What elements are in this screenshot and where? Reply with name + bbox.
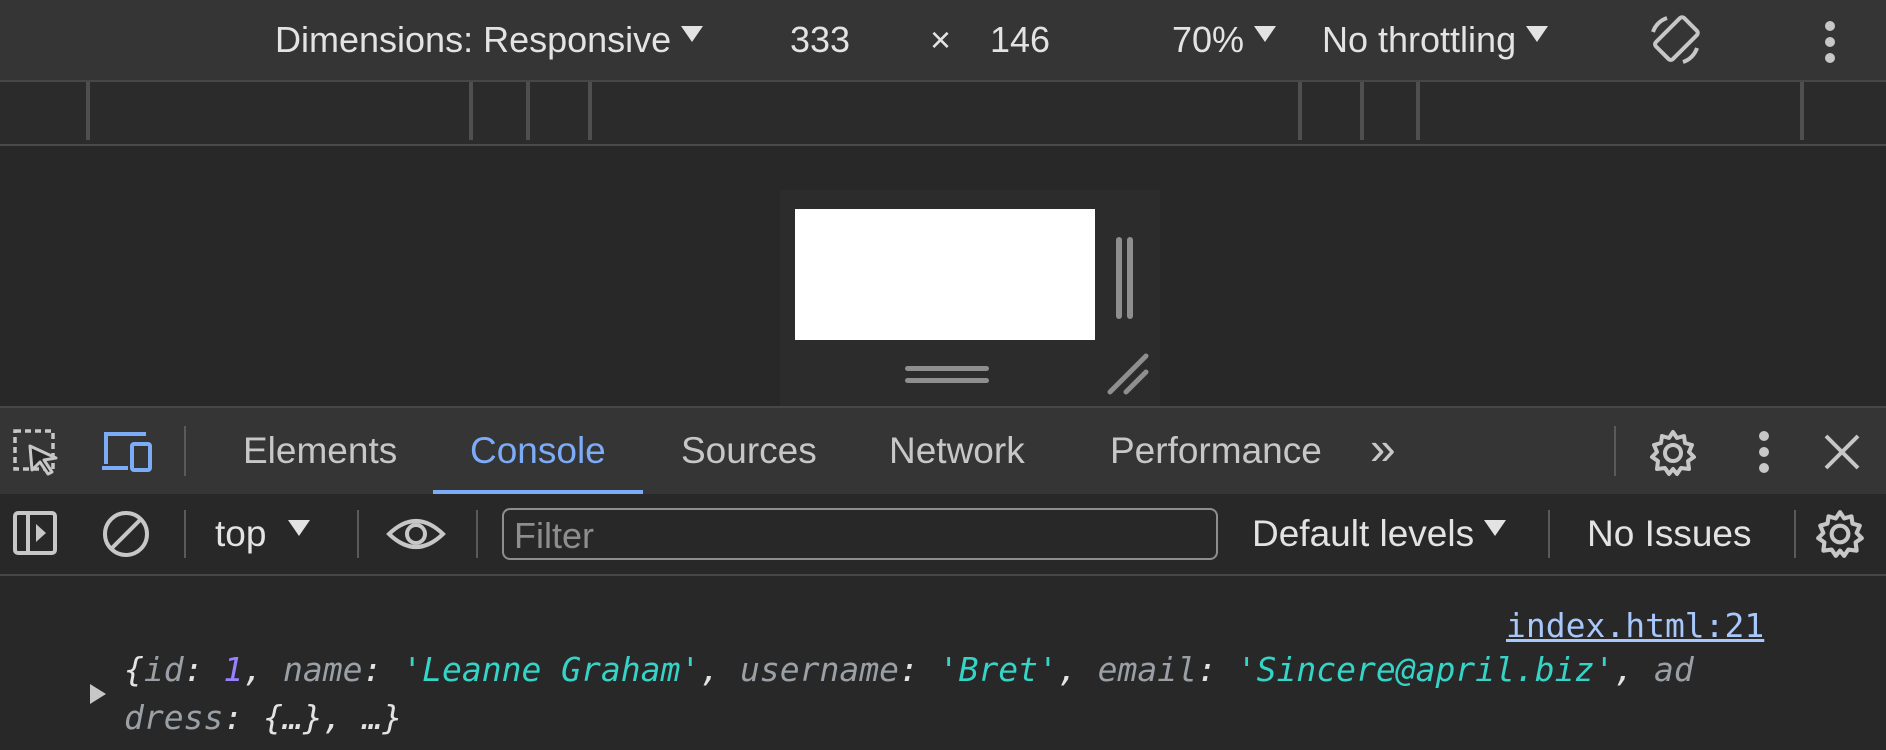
resize-handle-bottom[interactable] xyxy=(905,366,989,371)
ruler-marker xyxy=(526,82,530,140)
console-log-line-wrap: dress: {…}, …} xyxy=(124,698,403,737)
device-screen[interactable] xyxy=(795,209,1095,340)
ruler-marker xyxy=(86,82,90,140)
clear-console-icon[interactable] xyxy=(100,508,152,560)
device-toggle-icon[interactable] xyxy=(100,428,154,476)
divider xyxy=(1794,510,1796,558)
ruler-marker xyxy=(1800,82,1804,140)
zoom-dropdown[interactable]: 70% xyxy=(1172,0,1277,80)
live-expression-eye-icon[interactable] xyxy=(386,512,446,556)
caret-down-icon xyxy=(681,26,704,43)
resize-handle-right[interactable] xyxy=(1127,237,1133,319)
context-label: top xyxy=(215,513,267,554)
log-levels-dropdown[interactable]: Default levels xyxy=(1252,494,1507,574)
tab-sources[interactable]: Sources xyxy=(681,408,817,494)
console-log-line[interactable]: {id: 1, name: 'Leanne Graham', username:… xyxy=(124,650,1694,689)
ruler-marker xyxy=(469,82,473,140)
filter-input[interactable]: Filter xyxy=(502,508,1218,560)
divider xyxy=(1548,510,1550,558)
expand-triangle-icon[interactable] xyxy=(90,684,106,704)
more-options-icon[interactable] xyxy=(1754,428,1774,476)
divider xyxy=(357,510,359,558)
sidebar-toggle-icon[interactable] xyxy=(12,510,60,558)
media-query-ruler[interactable] xyxy=(0,82,1886,146)
tab-elements[interactable]: Elements xyxy=(243,408,397,494)
console-settings-gear-icon[interactable] xyxy=(1814,508,1866,560)
zoom-label: 70% xyxy=(1172,19,1245,60)
devtools-tabbar: Elements Console Sources Network Perform… xyxy=(0,406,1886,496)
log-levels-label: Default levels xyxy=(1252,513,1475,554)
console-output: index.html:21 {id: 1, name: 'Leanne Grah… xyxy=(0,576,1886,750)
source-link[interactable]: index.html:21 xyxy=(1506,606,1764,645)
ruler-marker xyxy=(588,82,592,140)
divider xyxy=(184,426,186,476)
dimensions-dropdown[interactable]: Dimensions: Responsive xyxy=(275,0,704,80)
console-toolbar: top Filter Default levels No Issues xyxy=(0,494,1886,576)
caret-down-icon xyxy=(288,520,311,537)
throttling-label: No throttling xyxy=(1322,19,1517,60)
resize-handle-bottom[interactable] xyxy=(905,378,989,383)
more-options-icon[interactable] xyxy=(1820,16,1840,64)
more-tabs-icon[interactable]: » xyxy=(1370,408,1396,494)
ruler-marker xyxy=(1360,82,1364,140)
caret-down-icon xyxy=(1484,520,1507,537)
times-sign: × xyxy=(930,19,952,60)
tab-console[interactable]: Console xyxy=(470,408,606,494)
divider xyxy=(476,510,478,558)
caret-down-icon xyxy=(1254,26,1277,43)
context-dropdown[interactable]: top xyxy=(215,494,311,574)
divider xyxy=(184,510,186,558)
height-input[interactable]: 146 xyxy=(990,0,1050,80)
issues-counter[interactable]: No Issues xyxy=(1587,494,1752,574)
throttling-dropdown[interactable]: No throttling xyxy=(1322,0,1549,80)
settings-gear-icon[interactable] xyxy=(1648,428,1698,478)
dimensions-label: Dimensions: Responsive xyxy=(275,19,672,60)
rotate-icon[interactable] xyxy=(1645,10,1705,70)
caret-down-icon xyxy=(1526,26,1549,43)
ruler-marker xyxy=(1416,82,1420,140)
resize-handle-right[interactable] xyxy=(1116,237,1122,319)
resize-corner-icon[interactable] xyxy=(1106,352,1150,396)
inspect-element-icon[interactable] xyxy=(12,428,60,476)
tab-network[interactable]: Network xyxy=(889,408,1025,494)
close-icon[interactable] xyxy=(1822,432,1862,472)
width-input[interactable]: 333 xyxy=(790,0,850,80)
divider xyxy=(1614,426,1616,476)
device-toolbar: Dimensions: Responsive 333 × 146 70% No … xyxy=(0,0,1886,82)
ruler-marker xyxy=(1298,82,1302,140)
tab-performance[interactable]: Performance xyxy=(1110,408,1322,494)
